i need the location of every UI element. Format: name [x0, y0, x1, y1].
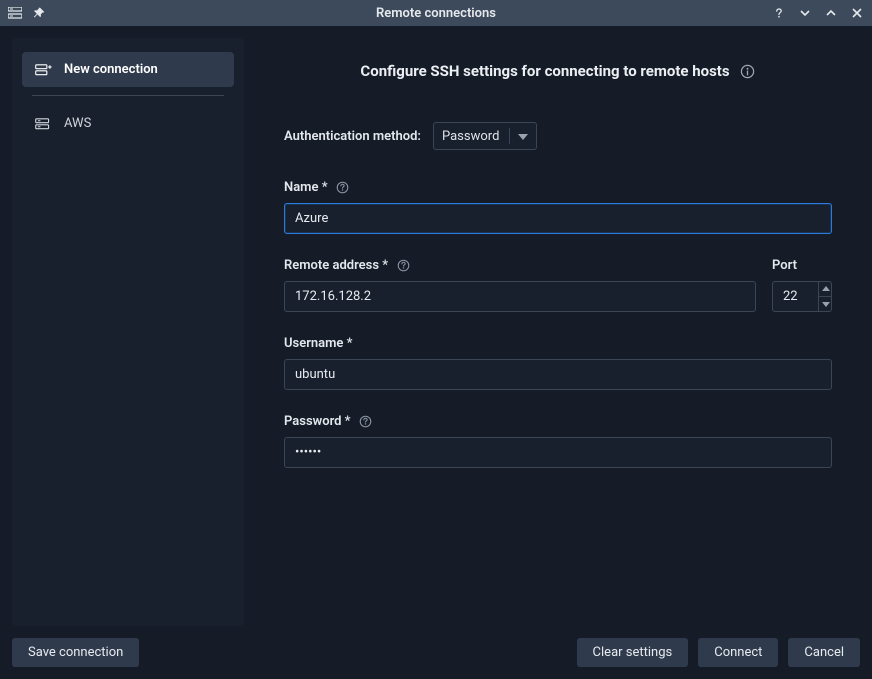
chevron-up-icon[interactable] [824, 6, 838, 20]
divider [32, 95, 224, 96]
help-icon[interactable] [772, 6, 786, 20]
cancel-button[interactable]: Cancel [788, 638, 860, 667]
port-stepper [818, 281, 832, 312]
password-input[interactable] [284, 437, 832, 468]
help-icon[interactable] [336, 181, 350, 195]
page-heading: Configure SSH settings for connecting to… [360, 62, 729, 80]
username-label: Username * [284, 336, 353, 351]
info-icon[interactable] [740, 63, 756, 79]
name-label: Name * [284, 180, 328, 195]
step-up-button[interactable] [819, 281, 832, 297]
port-label: Port [772, 258, 797, 273]
app-icon [8, 6, 22, 20]
remote-connections-dialog: Remote connections [0, 0, 872, 679]
username-input[interactable] [284, 359, 832, 390]
address-label: Remote address * [284, 258, 388, 273]
clear-settings-button[interactable]: Clear settings [577, 638, 689, 667]
sidebar-item-label: AWS [64, 116, 91, 131]
help-icon[interactable] [359, 415, 373, 429]
save-connection-button[interactable]: Save connection [12, 638, 139, 667]
step-down-button[interactable] [819, 297, 832, 312]
address-input[interactable] [284, 281, 756, 312]
connect-button[interactable]: Connect [698, 638, 778, 667]
sidebar: New connection AWS [12, 38, 244, 626]
help-icon[interactable] [396, 259, 410, 273]
sidebar-item-label: New connection [64, 62, 158, 77]
window-title: Remote connections [376, 6, 496, 21]
connection-icon [34, 117, 52, 131]
chevron-down-icon [518, 129, 528, 144]
titlebar: Remote connections [0, 0, 872, 26]
name-input[interactable] [284, 203, 832, 234]
auth-method-label: Authentication method: [284, 129, 421, 144]
sidebar-item-aws[interactable]: AWS [22, 106, 234, 141]
footer: Save connection Clear settings Connect C… [12, 638, 860, 667]
auth-method-select[interactable]: Password [433, 122, 537, 150]
chevron-down-icon[interactable] [798, 6, 812, 20]
pin-icon[interactable] [32, 6, 46, 20]
close-icon[interactable] [850, 6, 864, 20]
main-panel: Configure SSH settings for connecting to… [256, 38, 860, 626]
auth-method-value: Password [442, 129, 499, 144]
password-label: Password * [284, 414, 351, 429]
new-connection-icon [34, 63, 52, 77]
sidebar-item-new-connection[interactable]: New connection [22, 52, 234, 87]
